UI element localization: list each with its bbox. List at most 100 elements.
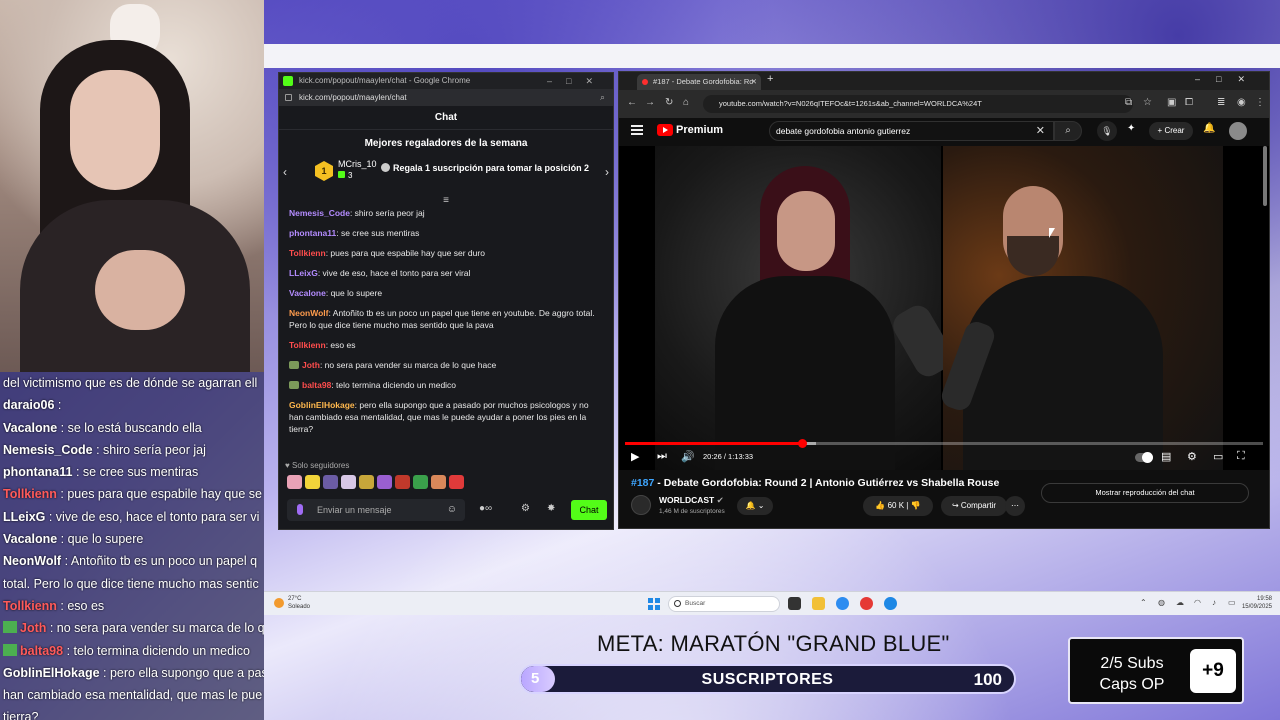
chat-username[interactable]: Tollkienn [289, 248, 326, 258]
chrome-icon[interactable] [836, 597, 849, 610]
emote-icon[interactable] [323, 475, 338, 489]
file-explorer-icon[interactable] [812, 597, 825, 610]
autoplay-toggle[interactable] [1135, 452, 1153, 463]
emoji-icon[interactable]: ☺ [447, 499, 457, 521]
emote-icon[interactable] [431, 475, 446, 489]
clear-search-icon[interactable]: ✕ [1036, 122, 1045, 140]
bookmark-star-icon[interactable]: ☆ [1143, 97, 1152, 108]
emote-icon[interactable] [449, 475, 464, 489]
profile-icon[interactable]: ◉ [1237, 97, 1246, 108]
battery-icon[interactable]: ▭ [1228, 598, 1236, 607]
address-bar[interactable]: youtube.com/watch?v=N026qITEFOc&t=1261s&… [703, 95, 1133, 113]
emote-icon[interactable] [287, 475, 302, 489]
close-tab-icon[interactable]: ✕ [751, 74, 757, 90]
next-arrow-icon[interactable]: › [605, 165, 609, 179]
channel-name[interactable]: WORLDCAST ✔ [659, 495, 724, 506]
taskbar-search[interactable]: Buscar [668, 596, 780, 612]
send-chat-button[interactable]: Chat [571, 500, 607, 520]
speaker-icon[interactable]: ♪ [1212, 598, 1216, 607]
notifications-bell-icon[interactable]: 🔔 [1203, 123, 1215, 134]
subtitles-icon[interactable]: ▤ [1161, 450, 1171, 463]
show-chat-replay-button[interactable]: Mostrar reproducción del chat [1041, 483, 1249, 503]
tray-app-icon[interactable]: ◍ [1158, 598, 1165, 607]
gifter-name[interactable]: MCris_10 [338, 159, 377, 169]
share-button[interactable]: ↪ Compartir [941, 496, 1007, 516]
prev-arrow-icon[interactable]: ‹ [283, 165, 287, 179]
weather-widget[interactable]: 27°C Soleado [288, 595, 310, 611]
system-clock[interactable]: 19:58 15/09/2025 [1242, 595, 1272, 611]
overlay-chat-username: balta98 [20, 643, 64, 658]
chat-username[interactable]: LLeixG [289, 268, 318, 278]
account-avatar[interactable] [1229, 122, 1247, 140]
tray-overflow-icon[interactable]: ⌃ [1140, 598, 1147, 607]
emote-icon[interactable] [341, 475, 356, 489]
kicks-icon[interactable]: ●∞ [479, 503, 492, 514]
windows-start-icon[interactable] [648, 598, 660, 610]
app-icon[interactable] [884, 597, 897, 610]
chat-username[interactable]: GoblinElHokage [289, 400, 355, 410]
search-input[interactable]: debate gordofobia antonio gutierrez ✕ [769, 121, 1054, 141]
home-icon[interactable]: ⌂ [683, 97, 689, 108]
zoom-icon[interactable]: ⌕ [600, 89, 605, 106]
page-scrollbar[interactable] [1263, 146, 1267, 206]
window-controls[interactable]: –□✕ [1195, 74, 1261, 85]
pinned-collapse-icon[interactable]: ≡ [279, 196, 613, 206]
weather-sun-icon[interactable] [274, 598, 284, 608]
chat-input[interactable]: Enviar un mensaje ☺ [287, 499, 465, 521]
chat-username[interactable]: phontana11 [289, 228, 336, 238]
chat-username[interactable]: Joth [302, 360, 320, 370]
voice-search-icon[interactable]: 🎙 [1097, 121, 1117, 141]
more-actions-icon[interactable]: ⋯ [1005, 496, 1025, 516]
taskview-icon[interactable] [788, 597, 801, 610]
menu-dots-icon[interactable]: ⋮ [1255, 97, 1265, 108]
badge-icon[interactable]: ✸ [547, 503, 555, 514]
wifi-icon[interactable]: ◠ [1194, 598, 1201, 607]
mic-icon[interactable] [297, 504, 303, 515]
create-button[interactable]: + Crear [1149, 122, 1193, 140]
back-icon[interactable]: ← [627, 97, 637, 108]
settings-icon[interactable]: ⚙ [521, 503, 530, 514]
subscription-bell-button[interactable]: 🔔 ⌄ [737, 497, 773, 515]
chat-username[interactable]: Vacalone [289, 288, 326, 298]
emote-icon[interactable] [377, 475, 392, 489]
kick-address-bar[interactable]: kick.com/popout/maaylen/chat ⌕ [279, 89, 613, 106]
sidebar-icon[interactable]: ≣ [1217, 97, 1225, 108]
chat-username[interactable]: balta98 [302, 380, 331, 390]
onedrive-icon[interactable]: ☁ [1176, 598, 1184, 607]
video-hashtag[interactable]: #187 [631, 477, 654, 489]
extension-icon[interactable]: ▣ [1167, 97, 1176, 108]
window-controls[interactable]: –□✕ [547, 73, 607, 89]
settings-gear-icon[interactable]: ⚙ [1187, 450, 1197, 463]
channel-avatar[interactable] [631, 495, 651, 515]
fullscreen-icon[interactable]: ⛶ [1237, 450, 1245, 463]
emote-icon[interactable] [395, 475, 410, 489]
install-icon[interactable]: ⧉ [1125, 97, 1132, 108]
volume-icon[interactable]: 🔊 [681, 450, 695, 463]
overlay-chat-text: : telo termina diciendo un medico [63, 643, 251, 658]
next-video-icon[interactable]: ⏭ [657, 450, 667, 463]
theater-mode-icon[interactable]: ▭ [1213, 450, 1223, 463]
site-info-icon[interactable] [285, 94, 292, 101]
reload-icon[interactable]: ↻ [665, 97, 673, 108]
youtube-logo-icon[interactable] [657, 124, 673, 136]
hamburger-menu-icon[interactable] [631, 125, 643, 135]
search-button[interactable]: ⌕ [1054, 121, 1082, 141]
browser-tab[interactable]: #187 - Debate Gordofobia: Ro ✕ [637, 74, 761, 90]
emote-icon[interactable] [413, 475, 428, 489]
obs-icon[interactable] [860, 597, 873, 610]
forward-icon[interactable]: → [645, 97, 655, 108]
emote-icon[interactable] [359, 475, 374, 489]
video-player[interactable]: ▶ ⏭ 🔊 20:26 / 1:13:33 ▤ ⚙ ▭ ⛶ [619, 146, 1269, 470]
like-button[interactable]: 👍 60 K | 👎 [863, 496, 933, 516]
gift-sub-cta[interactable]: Regala 1 suscripción para tomar la posic… [381, 163, 589, 173]
new-tab-icon[interactable]: + [767, 73, 773, 85]
chat-username[interactable]: Nemesis_Code [289, 208, 350, 218]
puzzle-icon[interactable]: ⧠ [1185, 97, 1193, 108]
chat-username[interactable]: NeonWolf [289, 308, 329, 318]
youtube-brand[interactable]: Premium [676, 124, 723, 136]
play-icon[interactable]: ▶ [631, 450, 639, 463]
chat-username[interactable]: Tollkienn [289, 340, 326, 350]
video-progress-bar[interactable] [625, 439, 1263, 448]
gemini-icon[interactable]: ✦ [1127, 123, 1135, 134]
emote-icon[interactable] [305, 475, 320, 489]
